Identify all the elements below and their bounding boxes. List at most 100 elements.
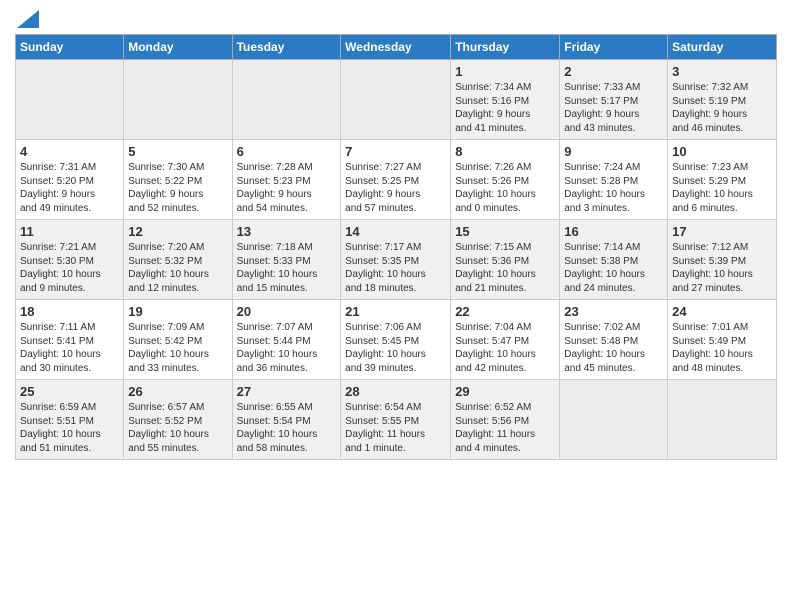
calendar-body: 1 Sunrise: 7:34 AMSunset: 5:16 PMDaylight… xyxy=(16,60,777,460)
day-info: Sunrise: 7:06 AMSunset: 5:45 PMDaylight:… xyxy=(345,321,446,375)
logo-text xyxy=(15,10,39,28)
day-info: Sunrise: 7:32 AMSunset: 5:19 PMDaylight:… xyxy=(672,81,772,135)
day-info: Sunrise: 7:33 AMSunset: 5:17 PMDaylight:… xyxy=(564,81,663,135)
calendar-cell: 29 Sunrise: 6:52 AMSunset: 5:56 PMDayligh… xyxy=(451,380,560,460)
calendar-week-4: 18Sunrise: 7:11 AMSunset: 5:41 PMDayligh… xyxy=(16,300,777,380)
day-number: 26 xyxy=(128,384,227,399)
calendar-cell: 24 Sunrise: 7:01 AMSunset: 5:49 PMDayligh… xyxy=(668,300,777,380)
logo-icon xyxy=(17,10,39,28)
calendar-cell: 4 Sunrise: 7:31 AMSunset: 5:20 PMDaylight… xyxy=(16,140,124,220)
calendar-cell: 13Sunrise: 7:18 AMSunset: 5:33 PMDayligh… xyxy=(232,220,341,300)
day-number: 8 xyxy=(455,144,555,159)
day-number: 3 xyxy=(672,64,772,79)
day-number: 1 xyxy=(455,64,555,79)
calendar-cell: 20 Sunrise: 7:07 AMSunset: 5:44 PMDayligh… xyxy=(232,300,341,380)
calendar-cell xyxy=(668,380,777,460)
calendar-cell: 28Sunrise: 6:54 AMSunset: 5:55 PMDayligh… xyxy=(341,380,451,460)
calendar-cell xyxy=(232,60,341,140)
day-info: Sunrise: 6:59 AMSunset: 5:51 PMDaylight:… xyxy=(20,401,119,455)
calendar-cell: 26 Sunrise: 6:57 AMSunset: 5:52 PMDayligh… xyxy=(124,380,232,460)
day-number: 11 xyxy=(20,224,119,239)
day-info: Sunrise: 7:17 AMSunset: 5:35 PMDaylight:… xyxy=(345,241,446,295)
day-info: Sunrise: 7:24 AMSunset: 5:28 PMDaylight:… xyxy=(564,161,663,215)
weekday-friday: Friday xyxy=(560,35,668,60)
calendar-cell: 11 Sunrise: 7:21 AMSunset: 5:30 PMDayligh… xyxy=(16,220,124,300)
calendar-cell: 6 Sunrise: 7:28 AMSunset: 5:23 PMDaylight… xyxy=(232,140,341,220)
day-number: 16 xyxy=(564,224,663,239)
calendar-cell: 25 Sunrise: 6:59 AMSunset: 5:51 PMDayligh… xyxy=(16,380,124,460)
page: SundayMondayTuesdayWednesdayThursdayFrid… xyxy=(0,0,792,470)
day-number: 7 xyxy=(345,144,446,159)
calendar-cell: 10Sunrise: 7:23 AMSunset: 5:29 PMDayligh… xyxy=(668,140,777,220)
calendar-cell: 18Sunrise: 7:11 AMSunset: 5:41 PMDayligh… xyxy=(16,300,124,380)
day-number: 23 xyxy=(564,304,663,319)
calendar-cell: 21 Sunrise: 7:06 AMSunset: 5:45 PMDayligh… xyxy=(341,300,451,380)
day-number: 5 xyxy=(128,144,227,159)
calendar-cell: 23 Sunrise: 7:02 AMSunset: 5:48 PMDayligh… xyxy=(560,300,668,380)
day-number: 2 xyxy=(564,64,663,79)
day-info: Sunrise: 7:01 AMSunset: 5:49 PMDaylight:… xyxy=(672,321,772,375)
weekday-header-row: SundayMondayTuesdayWednesdayThursdayFrid… xyxy=(16,35,777,60)
calendar-cell: 17 Sunrise: 7:12 AMSunset: 5:39 PMDayligh… xyxy=(668,220,777,300)
day-number: 6 xyxy=(237,144,337,159)
day-number: 14 xyxy=(345,224,446,239)
weekday-thursday: Thursday xyxy=(451,35,560,60)
day-info: Sunrise: 7:27 AMSunset: 5:25 PMDaylight:… xyxy=(345,161,446,215)
day-info: Sunrise: 7:04 AMSunset: 5:47 PMDaylight:… xyxy=(455,321,555,375)
day-info: Sunrise: 7:02 AMSunset: 5:48 PMDaylight:… xyxy=(564,321,663,375)
day-number: 4 xyxy=(20,144,119,159)
day-number: 12 xyxy=(128,224,227,239)
calendar-cell xyxy=(16,60,124,140)
weekday-sunday: Sunday xyxy=(16,35,124,60)
day-info: Sunrise: 7:30 AMSunset: 5:22 PMDaylight:… xyxy=(128,161,227,215)
day-info: Sunrise: 7:20 AMSunset: 5:32 PMDaylight:… xyxy=(128,241,227,295)
logo-general xyxy=(15,10,39,28)
day-info: Sunrise: 7:12 AMSunset: 5:39 PMDaylight:… xyxy=(672,241,772,295)
weekday-tuesday: Tuesday xyxy=(232,35,341,60)
calendar-cell: 22 Sunrise: 7:04 AMSunset: 5:47 PMDayligh… xyxy=(451,300,560,380)
calendar-cell: 27 Sunrise: 6:55 AMSunset: 5:54 PMDayligh… xyxy=(232,380,341,460)
day-info: Sunrise: 7:07 AMSunset: 5:44 PMDaylight:… xyxy=(237,321,337,375)
calendar-week-5: 25 Sunrise: 6:59 AMSunset: 5:51 PMDayligh… xyxy=(16,380,777,460)
calendar-header: SundayMondayTuesdayWednesdayThursdayFrid… xyxy=(16,35,777,60)
calendar-cell: 9 Sunrise: 7:24 AMSunset: 5:28 PMDaylight… xyxy=(560,140,668,220)
day-number: 21 xyxy=(345,304,446,319)
day-number: 20 xyxy=(237,304,337,319)
day-info: Sunrise: 6:52 AMSunset: 5:56 PMDaylight:… xyxy=(455,401,555,455)
day-info: Sunrise: 7:28 AMSunset: 5:23 PMDaylight:… xyxy=(237,161,337,215)
day-info: Sunrise: 7:21 AMSunset: 5:30 PMDaylight:… xyxy=(20,241,119,295)
day-info: Sunrise: 7:34 AMSunset: 5:16 PMDaylight:… xyxy=(455,81,555,135)
day-info: Sunrise: 7:31 AMSunset: 5:20 PMDaylight:… xyxy=(20,161,119,215)
calendar-cell: 5 Sunrise: 7:30 AMSunset: 5:22 PMDaylight… xyxy=(124,140,232,220)
day-number: 22 xyxy=(455,304,555,319)
weekday-wednesday: Wednesday xyxy=(341,35,451,60)
day-number: 25 xyxy=(20,384,119,399)
day-info: Sunrise: 7:15 AMSunset: 5:36 PMDaylight:… xyxy=(455,241,555,295)
day-info: Sunrise: 6:55 AMSunset: 5:54 PMDaylight:… xyxy=(237,401,337,455)
calendar-cell xyxy=(560,380,668,460)
calendar-cell xyxy=(124,60,232,140)
day-info: Sunrise: 6:54 AMSunset: 5:55 PMDaylight:… xyxy=(345,401,446,455)
day-number: 19 xyxy=(128,304,227,319)
calendar-week-3: 11 Sunrise: 7:21 AMSunset: 5:30 PMDayligh… xyxy=(16,220,777,300)
calendar-week-2: 4 Sunrise: 7:31 AMSunset: 5:20 PMDaylight… xyxy=(16,140,777,220)
logo xyxy=(15,10,39,28)
day-info: Sunrise: 7:09 AMSunset: 5:42 PMDaylight:… xyxy=(128,321,227,375)
calendar-cell: 14 Sunrise: 7:17 AMSunset: 5:35 PMDayligh… xyxy=(341,220,451,300)
calendar-cell xyxy=(341,60,451,140)
day-number: 9 xyxy=(564,144,663,159)
calendar-cell: 7 Sunrise: 7:27 AMSunset: 5:25 PMDaylight… xyxy=(341,140,451,220)
day-number: 24 xyxy=(672,304,772,319)
calendar-cell: 19 Sunrise: 7:09 AMSunset: 5:42 PMDayligh… xyxy=(124,300,232,380)
day-number: 18 xyxy=(20,304,119,319)
day-info: Sunrise: 7:14 AMSunset: 5:38 PMDaylight:… xyxy=(564,241,663,295)
weekday-saturday: Saturday xyxy=(668,35,777,60)
day-number: 17 xyxy=(672,224,772,239)
day-info: Sunrise: 7:18 AMSunset: 5:33 PMDaylight:… xyxy=(237,241,337,295)
day-info: Sunrise: 7:23 AMSunset: 5:29 PMDaylight:… xyxy=(672,161,772,215)
day-number: 29 xyxy=(455,384,555,399)
calendar-cell: 3 Sunrise: 7:32 AMSunset: 5:19 PMDaylight… xyxy=(668,60,777,140)
day-number: 27 xyxy=(237,384,337,399)
day-info: Sunrise: 6:57 AMSunset: 5:52 PMDaylight:… xyxy=(128,401,227,455)
header xyxy=(15,10,777,28)
